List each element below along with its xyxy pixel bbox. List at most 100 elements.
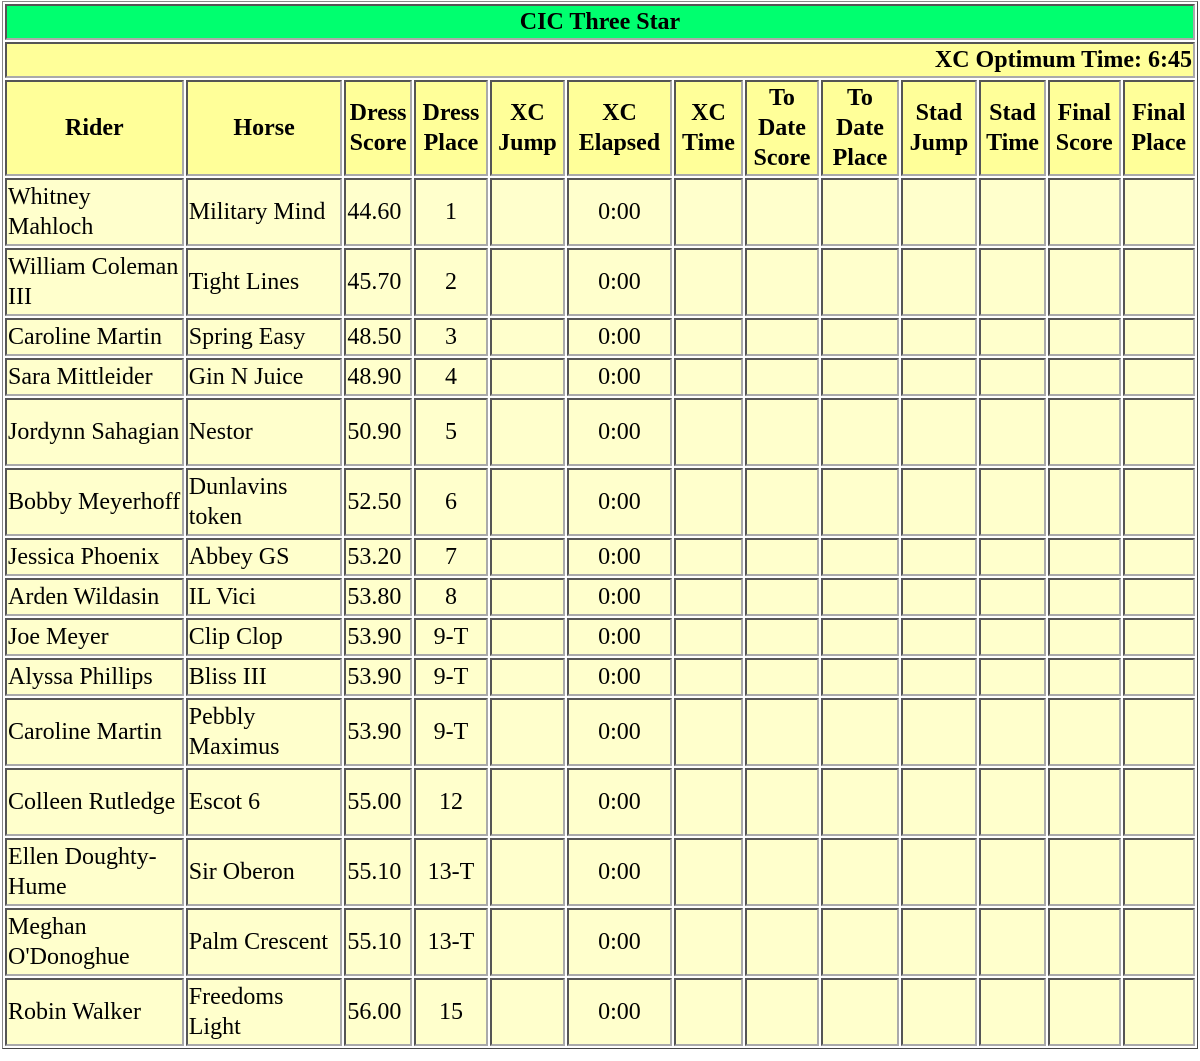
cell-stad-jump — [900, 468, 978, 536]
cell-to-date-score — [744, 578, 820, 616]
cell-xc-elapsed: 0:00 — [566, 398, 673, 466]
column-header-text: XC — [510, 100, 545, 126]
cell-stad-time — [979, 178, 1046, 246]
cell-to-date-place — [821, 358, 899, 396]
table-row: Whitney Mahloch Military Mind 44.60 1 0:00 — [5, 178, 1195, 246]
cell-xc-time — [674, 908, 743, 976]
cell-dress-score: 45.70 — [344, 248, 412, 316]
cell-to-date-place — [821, 978, 899, 1046]
cell-dress-place: 2 — [413, 248, 489, 316]
results-body: Whitney Mahloch Military Mind 44.60 1 0:00 Wi… — [5, 178, 1195, 1046]
cell-stad-jump — [900, 908, 978, 976]
cell-stad-time — [979, 248, 1046, 316]
cell-xc-jump — [490, 468, 565, 536]
cell-stad-time — [979, 358, 1046, 396]
cell-stad-jump — [900, 358, 978, 396]
cell-horse: IL Vici — [185, 578, 343, 616]
cell-to-date-place — [821, 658, 899, 696]
cell-dress-place: 4 — [413, 358, 489, 396]
column-header-rider: Rider — [5, 80, 184, 176]
cell-xc-time — [674, 248, 743, 316]
table-row: Ellen Doughty-Hume Sir Oberon 55.10 13-T 0:0… — [5, 838, 1195, 906]
cell-stad-time — [979, 838, 1046, 906]
table-row: Alyssa Phillips Bliss III 53.90 9-T 0:00 — [5, 658, 1195, 696]
cell-xc-time — [674, 178, 743, 246]
cell-stad-time — [979, 978, 1046, 1046]
column-header-text: Stad — [989, 100, 1036, 126]
cell-horse: Gin N Juice — [185, 358, 343, 396]
cell-dress-score: 53.90 — [344, 618, 412, 656]
cell-dress-place: 13-T — [413, 838, 489, 906]
cell-final-place — [1122, 978, 1195, 1046]
table-row: Arden Wildasin IL Vici 53.80 8 0:00 — [5, 578, 1195, 616]
cell-xc-jump — [490, 618, 565, 656]
cell-dress-score: 53.90 — [344, 658, 412, 696]
cell-xc-time — [674, 698, 743, 766]
column-header-text: Dress — [349, 100, 407, 126]
column-header-final-score: Final Score — [1047, 80, 1121, 176]
cell-stad-jump — [900, 578, 978, 616]
cell-horse: Abbey GS — [185, 538, 343, 576]
cell-final-score — [1047, 248, 1121, 316]
cell-final-score — [1047, 978, 1121, 1046]
cell-xc-jump — [490, 578, 565, 616]
cell-rider: Colleen Rutledge — [5, 768, 184, 836]
cell-to-date-place — [821, 908, 899, 976]
cell-horse: Military Mind — [185, 178, 343, 246]
cell-rider: Alyssa Phillips — [5, 658, 184, 696]
cell-final-score — [1047, 658, 1121, 696]
cell-rider: Robin Walker — [5, 978, 184, 1046]
cell-stad-jump — [900, 658, 978, 696]
cell-to-date-place — [821, 248, 899, 316]
cell-to-date-score — [744, 908, 820, 976]
cell-xc-elapsed: 0:00 — [566, 618, 673, 656]
xc-optimum-time: XC Optimum Time: 6:45 — [5, 42, 1195, 78]
cell-rider: Joe Meyer — [5, 618, 184, 656]
cell-xc-elapsed: 0:00 — [566, 838, 673, 906]
cell-xc-elapsed: 0:00 — [566, 768, 673, 836]
cell-horse: Sir Oberon — [185, 838, 343, 906]
cell-dress-score: 52.50 — [344, 468, 412, 536]
cell-xc-time — [674, 768, 743, 836]
cell-dress-place: 5 — [413, 398, 489, 466]
cell-final-score — [1047, 698, 1121, 766]
cell-final-score — [1047, 358, 1121, 396]
column-header-text: Time — [682, 130, 735, 156]
cell-final-place — [1122, 768, 1195, 836]
table-row: Caroline Martin Pebbly Maximus 53.90 9-T 0:0… — [5, 698, 1195, 766]
cell-final-place — [1122, 398, 1195, 466]
table-row: Jordynn Sahagian Nestor 50.90 5 0:00 — [5, 398, 1195, 466]
table-row: Joe Meyer Clip Clop 53.90 9-T 0:00 — [5, 618, 1195, 656]
cell-to-date-place — [821, 318, 899, 356]
column-header-text: Jump — [498, 130, 557, 156]
cell-xc-jump — [490, 698, 565, 766]
column-header-text: Rider — [65, 115, 124, 141]
cell-dress-score: 48.50 — [344, 318, 412, 356]
cell-to-date-place — [821, 618, 899, 656]
cell-xc-jump — [490, 978, 565, 1046]
cell-rider: Sara Mittleider — [5, 358, 184, 396]
column-header-text: Final — [1057, 100, 1111, 126]
cell-rider: Jessica Phoenix — [5, 538, 184, 576]
column-header-text: Dress — [422, 100, 480, 126]
cell-to-date-score — [744, 248, 820, 316]
cell-xc-time — [674, 978, 743, 1046]
cell-xc-jump — [490, 768, 565, 836]
cell-horse: Dunlavins token — [185, 468, 343, 536]
cell-to-date-score — [744, 978, 820, 1046]
division-title: CIC Three Star — [5, 4, 1195, 40]
cell-stad-time — [979, 318, 1046, 356]
cell-xc-time — [674, 358, 743, 396]
cell-to-date-place — [821, 768, 899, 836]
cell-horse: Freedoms Light — [185, 978, 343, 1046]
cell-final-place — [1122, 468, 1195, 536]
cell-stad-jump — [900, 538, 978, 576]
cell-xc-elapsed: 0:00 — [566, 578, 673, 616]
cell-dress-score: 55.00 — [344, 768, 412, 836]
cell-dress-score: 48.90 — [344, 358, 412, 396]
column-header-xc-jump: XC Jump — [490, 80, 565, 176]
cell-xc-jump — [490, 838, 565, 906]
results-table: CIC Three Star XC Optimum Time: 6:45 Rid… — [2, 1, 1198, 1049]
cell-final-score — [1047, 838, 1121, 906]
column-header-horse: Horse — [185, 80, 343, 176]
